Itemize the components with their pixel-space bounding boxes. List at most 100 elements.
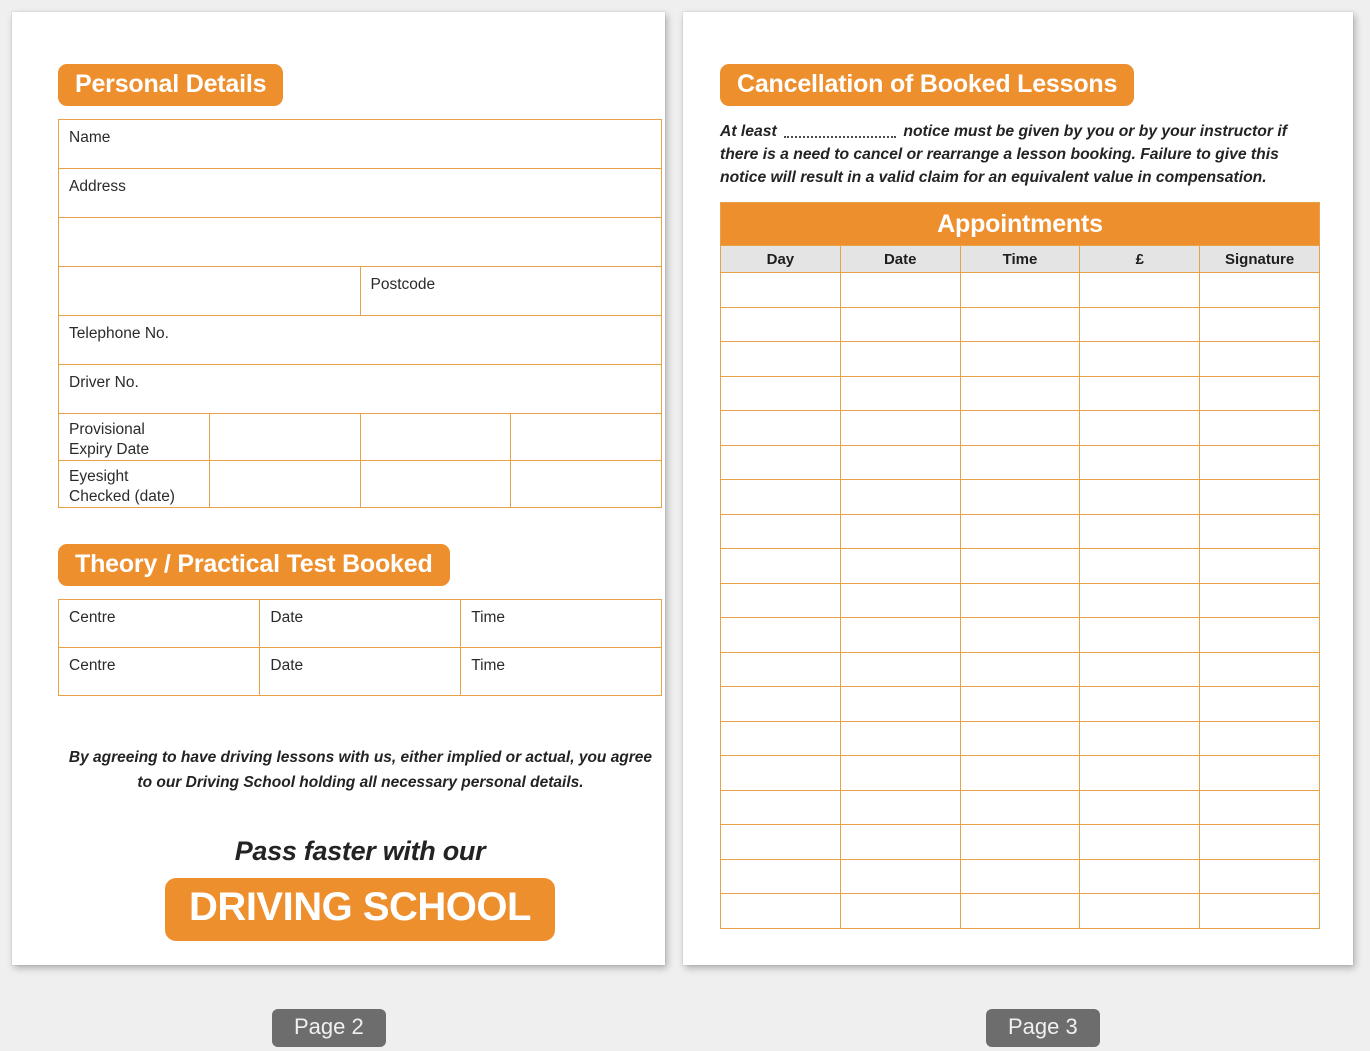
appointment-cell-date[interactable] bbox=[839, 479, 961, 515]
appointment-cell-price[interactable] bbox=[1079, 617, 1201, 653]
appointment-cell-time[interactable] bbox=[959, 651, 1081, 687]
appointment-cell-signature[interactable] bbox=[1199, 858, 1320, 894]
appointment-cell-signature[interactable] bbox=[1199, 375, 1320, 411]
appointment-cell-day[interactable] bbox=[720, 548, 841, 584]
appointment-cell-time[interactable] bbox=[959, 548, 1081, 584]
appointment-cell-signature[interactable] bbox=[1199, 479, 1320, 515]
appointment-cell-day[interactable] bbox=[720, 272, 841, 308]
appointment-cell-day[interactable] bbox=[720, 893, 841, 929]
appointment-cell-day[interactable] bbox=[720, 375, 841, 411]
appointment-cell-price[interactable] bbox=[1079, 444, 1201, 480]
provisional-expiry-input-1[interactable] bbox=[208, 413, 361, 461]
appointment-cell-signature[interactable] bbox=[1199, 341, 1320, 377]
appointment-cell-signature[interactable] bbox=[1199, 444, 1320, 480]
appointment-cell-date[interactable] bbox=[839, 341, 961, 377]
address-cell-3[interactable] bbox=[58, 266, 361, 316]
appointment-cell-date[interactable] bbox=[839, 686, 961, 722]
theory-date-cell-2[interactable]: Date bbox=[259, 647, 462, 696]
appointment-cell-date[interactable] bbox=[839, 617, 961, 653]
appointment-cell-price[interactable] bbox=[1079, 789, 1201, 825]
appointment-cell-time[interactable] bbox=[959, 893, 1081, 929]
appointment-cell-day[interactable] bbox=[720, 755, 841, 791]
appointment-cell-signature[interactable] bbox=[1199, 789, 1320, 825]
appointment-cell-date[interactable] bbox=[839, 306, 961, 342]
appointment-cell-day[interactable] bbox=[720, 858, 841, 894]
theory-date-cell-1[interactable]: Date bbox=[259, 599, 462, 648]
appointment-cell-date[interactable] bbox=[839, 375, 961, 411]
telephone-cell[interactable]: Telephone No. bbox=[58, 315, 662, 365]
appointment-cell-date[interactable] bbox=[839, 824, 961, 860]
appointment-cell-day[interactable] bbox=[720, 651, 841, 687]
appointment-cell-price[interactable] bbox=[1079, 858, 1201, 894]
appointment-cell-time[interactable] bbox=[959, 789, 1081, 825]
appointment-cell-date[interactable] bbox=[839, 444, 961, 480]
appointment-cell-time[interactable] bbox=[959, 375, 1081, 411]
appointment-cell-day[interactable] bbox=[720, 410, 841, 446]
appointment-cell-price[interactable] bbox=[1079, 306, 1201, 342]
appointment-cell-time[interactable] bbox=[959, 513, 1081, 549]
appointment-cell-signature[interactable] bbox=[1199, 755, 1320, 791]
appointment-cell-time[interactable] bbox=[959, 617, 1081, 653]
appointment-cell-day[interactable] bbox=[720, 582, 841, 618]
appointment-cell-price[interactable] bbox=[1079, 548, 1201, 584]
appointment-cell-date[interactable] bbox=[839, 513, 961, 549]
appointment-cell-time[interactable] bbox=[959, 824, 1081, 860]
appointment-cell-signature[interactable] bbox=[1199, 306, 1320, 342]
address-cell[interactable]: Address bbox=[58, 168, 662, 218]
appointment-cell-signature[interactable] bbox=[1199, 272, 1320, 308]
appointment-cell-date[interactable] bbox=[839, 651, 961, 687]
appointment-cell-price[interactable] bbox=[1079, 410, 1201, 446]
appointment-cell-day[interactable] bbox=[720, 617, 841, 653]
appointment-cell-price[interactable] bbox=[1079, 341, 1201, 377]
appointment-cell-price[interactable] bbox=[1079, 479, 1201, 515]
appointment-cell-date[interactable] bbox=[839, 858, 961, 894]
eyesight-input-2[interactable] bbox=[359, 460, 512, 508]
theory-time-cell-2[interactable]: Time bbox=[460, 647, 662, 696]
appointment-cell-day[interactable] bbox=[720, 341, 841, 377]
appointment-cell-date[interactable] bbox=[839, 410, 961, 446]
appointment-cell-time[interactable] bbox=[959, 686, 1081, 722]
appointment-cell-time[interactable] bbox=[959, 341, 1081, 377]
appointment-cell-time[interactable] bbox=[959, 720, 1081, 756]
appointment-cell-signature[interactable] bbox=[1199, 686, 1320, 722]
provisional-expiry-input-2[interactable] bbox=[359, 413, 512, 461]
appointment-cell-day[interactable] bbox=[720, 444, 841, 480]
appointment-cell-date[interactable] bbox=[839, 582, 961, 618]
appointment-cell-day[interactable] bbox=[720, 479, 841, 515]
provisional-expiry-input-3[interactable] bbox=[510, 413, 662, 461]
theory-centre-cell-1[interactable]: Centre bbox=[57, 599, 261, 648]
appointment-cell-price[interactable] bbox=[1079, 755, 1201, 791]
theory-time-cell-1[interactable]: Time bbox=[460, 599, 662, 648]
appointment-cell-signature[interactable] bbox=[1199, 582, 1320, 618]
appointment-cell-signature[interactable] bbox=[1199, 651, 1320, 687]
appointment-cell-signature[interactable] bbox=[1199, 617, 1320, 653]
appointment-cell-day[interactable] bbox=[720, 686, 841, 722]
appointment-cell-signature[interactable] bbox=[1199, 824, 1320, 860]
appointment-cell-time[interactable] bbox=[959, 272, 1081, 308]
appointment-cell-signature[interactable] bbox=[1199, 410, 1320, 446]
appointment-cell-price[interactable] bbox=[1079, 582, 1201, 618]
appointment-cell-time[interactable] bbox=[959, 582, 1081, 618]
address-cell-2[interactable] bbox=[58, 217, 662, 267]
appointment-cell-signature[interactable] bbox=[1199, 513, 1320, 549]
appointment-cell-day[interactable] bbox=[720, 720, 841, 756]
appointment-cell-day[interactable] bbox=[720, 513, 841, 549]
appointment-cell-date[interactable] bbox=[839, 272, 961, 308]
appointment-cell-time[interactable] bbox=[959, 479, 1081, 515]
appointment-cell-date[interactable] bbox=[839, 755, 961, 791]
postcode-cell[interactable]: Postcode bbox=[359, 266, 662, 316]
appointment-cell-price[interactable] bbox=[1079, 513, 1201, 549]
appointment-cell-price[interactable] bbox=[1079, 720, 1201, 756]
theory-centre-cell-2[interactable]: Centre bbox=[57, 647, 261, 696]
appointment-cell-time[interactable] bbox=[959, 444, 1081, 480]
appointment-cell-time[interactable] bbox=[959, 410, 1081, 446]
appointment-cell-price[interactable] bbox=[1079, 893, 1201, 929]
name-cell[interactable]: Name bbox=[58, 119, 662, 169]
appointment-cell-signature[interactable] bbox=[1199, 720, 1320, 756]
appointment-cell-time[interactable] bbox=[959, 306, 1081, 342]
appointment-cell-day[interactable] bbox=[720, 824, 841, 860]
appointment-cell-signature[interactable] bbox=[1199, 548, 1320, 584]
appointment-cell-day[interactable] bbox=[720, 306, 841, 342]
appointment-cell-price[interactable] bbox=[1079, 824, 1201, 860]
appointment-cell-day[interactable] bbox=[720, 789, 841, 825]
